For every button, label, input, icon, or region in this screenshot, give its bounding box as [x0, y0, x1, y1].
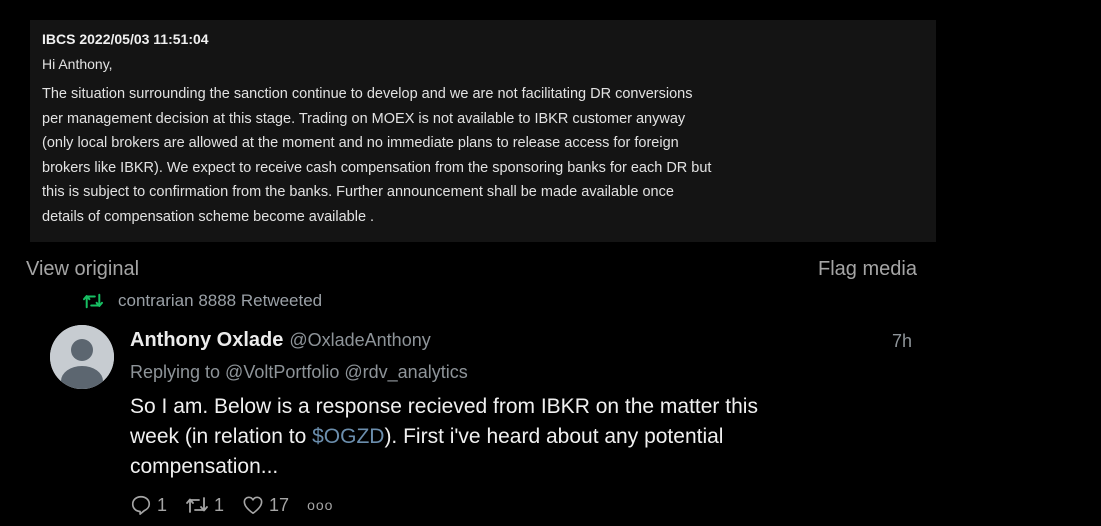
tweet-text-fragment: ). First i've heard about any potential: [384, 425, 724, 448]
media-line: The situation surrounding the sanction c…: [42, 86, 693, 102]
media-line: per management decision at this stage. T…: [42, 110, 686, 127]
tweet-text-fragment: week (in relation to: [130, 425, 313, 448]
default-avatar-icon: [50, 325, 114, 389]
like-count: 17: [269, 494, 290, 515]
tweet-timestamp[interactable]: 7h: [892, 331, 912, 352]
more-options-button[interactable]: ooo: [307, 497, 333, 513]
reply-icon: [131, 495, 151, 515]
replying-to[interactable]: Replying to @VoltPortfolio @rdv_analytic…: [130, 362, 468, 383]
author-name[interactable]: Anthony Oxlade: [130, 329, 283, 352]
tweet-actions: 1 1 17 ooo: [130, 494, 351, 516]
media-image[interactable]: IBCS 2022/05/03 11:51:04 Hi Anthony, The…: [30, 20, 936, 242]
media-body: The situation surrounding the sanction c…: [42, 82, 942, 229]
tweet-text-line: So I am. Below is a response recieved fr…: [130, 395, 758, 418]
like-button[interactable]: 17: [242, 495, 289, 516]
retweet-action-icon: [186, 497, 208, 513]
reply-button[interactable]: 1: [130, 494, 167, 516]
author-handle[interactable]: @OxladeAnthony: [289, 330, 430, 351]
media-header: IBCS 2022/05/03 11:51:04: [42, 31, 209, 47]
avatar[interactable]: [50, 325, 114, 389]
media-line: brokers like IBKR). We expect to receive…: [42, 159, 712, 176]
view-original-link[interactable]: View original: [26, 258, 139, 281]
media-line: (only local brokers are allowed at the m…: [42, 135, 679, 151]
tweet-text: So I am. Below is a response recieved fr…: [130, 392, 890, 482]
retweet-count: 1: [214, 494, 225, 515]
media-line: this is subject to confirmation from the…: [42, 184, 674, 200]
retweet-context: contrarian 8888 Retweeted: [82, 291, 322, 311]
tweet-text-line: week (in relation to $OGZD). First i've …: [130, 422, 890, 452]
more-icon: ooo: [307, 497, 334, 513]
cashtag-link[interactable]: $OGZD: [312, 425, 384, 448]
media-line: details of compensation scheme become av…: [42, 208, 375, 225]
retweet-icon: [83, 293, 103, 309]
flag-media-link[interactable]: Flag media: [818, 258, 917, 281]
media-greeting: Hi Anthony,: [42, 56, 113, 72]
heart-icon: [243, 496, 263, 514]
retweet-button[interactable]: 1: [185, 495, 224, 516]
retweet-label[interactable]: contrarian 8888 Retweeted: [118, 291, 322, 311]
reply-count: 1: [157, 494, 168, 515]
tweet-author: Anthony Oxlade @OxladeAnthony: [130, 329, 431, 352]
tweet-text-line: compensation...: [130, 455, 279, 478]
